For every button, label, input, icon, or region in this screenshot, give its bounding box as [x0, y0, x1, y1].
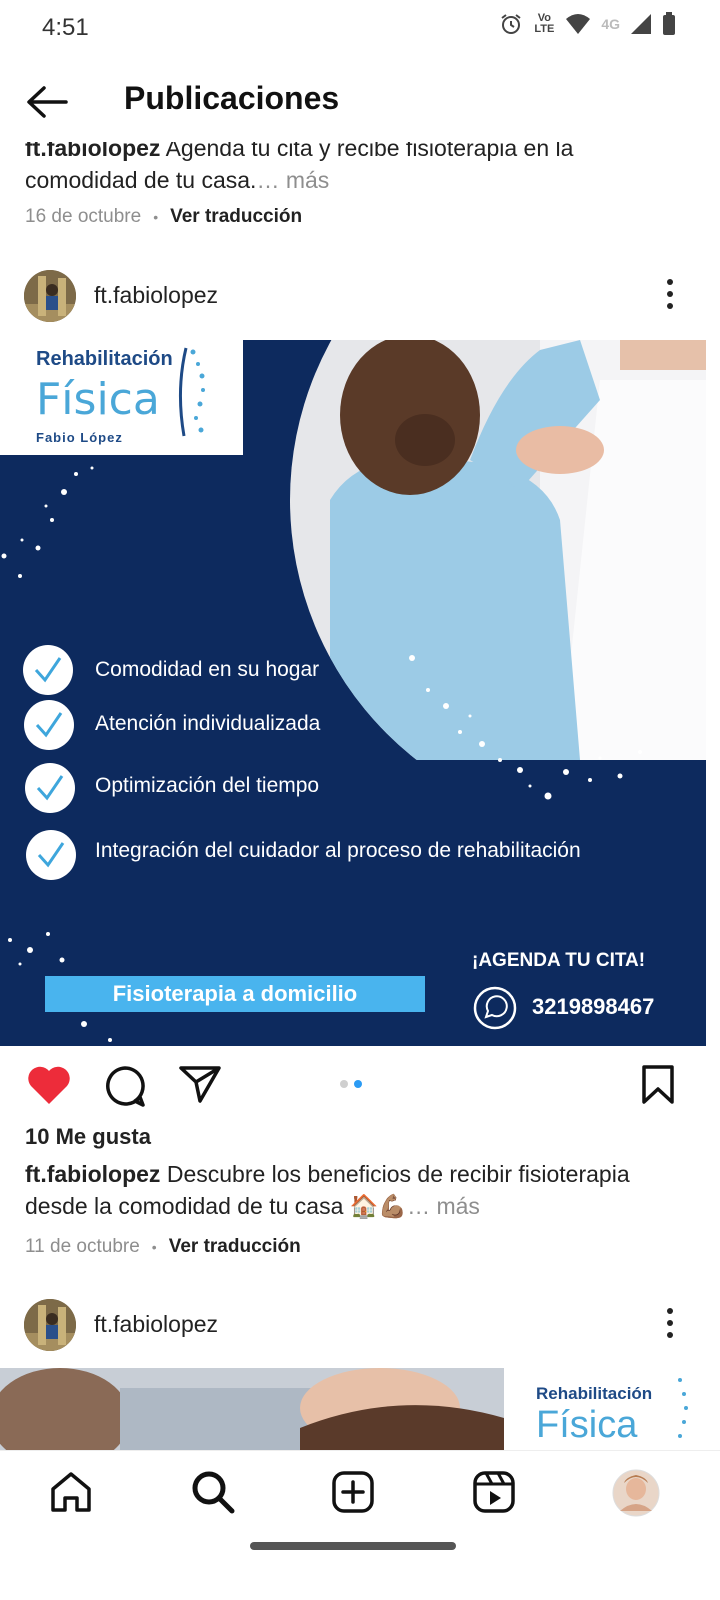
profile-icon: [612, 1469, 660, 1517]
post-image[interactable]: Rehabilitación Física Fabio López Comodi…: [0, 340, 706, 1046]
search-icon: [192, 1471, 235, 1514]
like-button[interactable]: [26, 1064, 74, 1110]
create-icon: [332, 1471, 374, 1513]
app-header: Publicaciones: [0, 62, 720, 142]
page-title: Publicaciones: [124, 80, 340, 116]
comment-icon: [106, 1066, 145, 1107]
carousel-indicator: [340, 1080, 362, 1088]
post-date: 16 de octubre: [25, 206, 142, 227]
more-vertical-icon: [667, 279, 673, 309]
nav-create[interactable]: [330, 1469, 378, 1517]
logo-line2: Física: [36, 374, 160, 425]
logo-line3: Fabio López: [36, 430, 123, 445]
more-link[interactable]: … más: [256, 167, 329, 193]
post-caption[interactable]: ft.fabiolopez Descubre los beneficios de…: [25, 1158, 685, 1222]
post-header: ft.fabiolopez: [0, 262, 720, 332]
next-post-header: ft.fabiolopez: [0, 1291, 720, 1361]
post-actions: [0, 1060, 720, 1114]
back-arrow-icon: [27, 86, 68, 118]
previous-post-meta: 16 de octubre • Ver traducción: [25, 206, 302, 228]
post-meta: 11 de octubre • Ver traducción: [25, 1236, 301, 1258]
share-button[interactable]: [178, 1064, 226, 1110]
bookmark-icon: [642, 1065, 674, 1104]
4g-icon: 4G: [601, 15, 620, 32]
comment-button[interactable]: [102, 1064, 150, 1110]
signal-icon: [631, 14, 651, 34]
nav-search[interactable]: [190, 1469, 238, 1517]
logo-line2: Física: [536, 1404, 638, 1446]
volte-icon: Vo LTE: [534, 12, 555, 35]
back-button[interactable]: [24, 82, 72, 122]
next-post-image[interactable]: Rehabilitación Física: [0, 1368, 720, 1450]
logo-line1: Rehabilitación: [536, 1384, 653, 1403]
bottom-nav: [0, 1450, 720, 1540]
wifi-icon: [566, 14, 591, 34]
status-icons: Vo LTE 4G: [499, 12, 676, 36]
benefit-2: Atención individualizada: [95, 712, 321, 735]
status-time: 4:51: [42, 14, 89, 41]
more-options-button[interactable]: [660, 1303, 680, 1343]
see-translation-link[interactable]: Ver traducción: [170, 206, 302, 228]
post-date: 11 de octubre: [25, 1236, 140, 1257]
save-button[interactable]: [638, 1064, 686, 1110]
benefit-4: Integración del cuidador al proceso de r…: [95, 839, 581, 862]
like-count[interactable]: 10 Me gusta: [25, 1124, 151, 1150]
carousel-dot-active: [354, 1080, 362, 1088]
whatsapp-icon: [475, 988, 515, 1028]
nav-profile[interactable]: [612, 1469, 660, 1517]
logo-line1: Rehabilitación: [36, 348, 173, 370]
nav-reels[interactable]: [471, 1469, 519, 1517]
battery-icon: [663, 12, 675, 35]
status-bar: 4:51 Vo LTE 4G: [0, 0, 720, 56]
nav-home[interactable]: [48, 1469, 96, 1517]
cta-text: ¡AGENDA TU CITA!: [472, 950, 646, 971]
carousel-dot: [340, 1080, 348, 1088]
more-vertical-icon: [667, 1308, 673, 1338]
benefit-1: Comodidad en su hogar: [95, 658, 320, 681]
post-username[interactable]: ft.fabiolopez: [94, 282, 218, 309]
home-indicator[interactable]: [250, 1542, 456, 1550]
see-translation-link[interactable]: Ver traducción: [169, 1236, 301, 1258]
reels-icon: [473, 1471, 515, 1513]
avatar[interactable]: [24, 270, 76, 322]
phone-number: 3219898467: [532, 994, 655, 1019]
banner-text: Fisioterapia a domicilio: [112, 981, 358, 1006]
home-icon: [51, 1472, 91, 1512]
heart-filled-icon: [28, 1066, 70, 1104]
more-options-button[interactable]: [660, 274, 680, 314]
caption-username[interactable]: ft.fabiolopez: [25, 1161, 160, 1187]
post-username[interactable]: ft.fabiolopez: [94, 1311, 218, 1338]
send-icon: [179, 1066, 221, 1103]
alarm-icon: [501, 14, 521, 34]
avatar[interactable]: [24, 1299, 76, 1351]
separator-dot: •: [151, 1239, 157, 1255]
more-link[interactable]: … más: [407, 1193, 480, 1219]
separator-dot: •: [153, 209, 159, 225]
benefit-3: Optimización del tiempo: [95, 774, 320, 797]
